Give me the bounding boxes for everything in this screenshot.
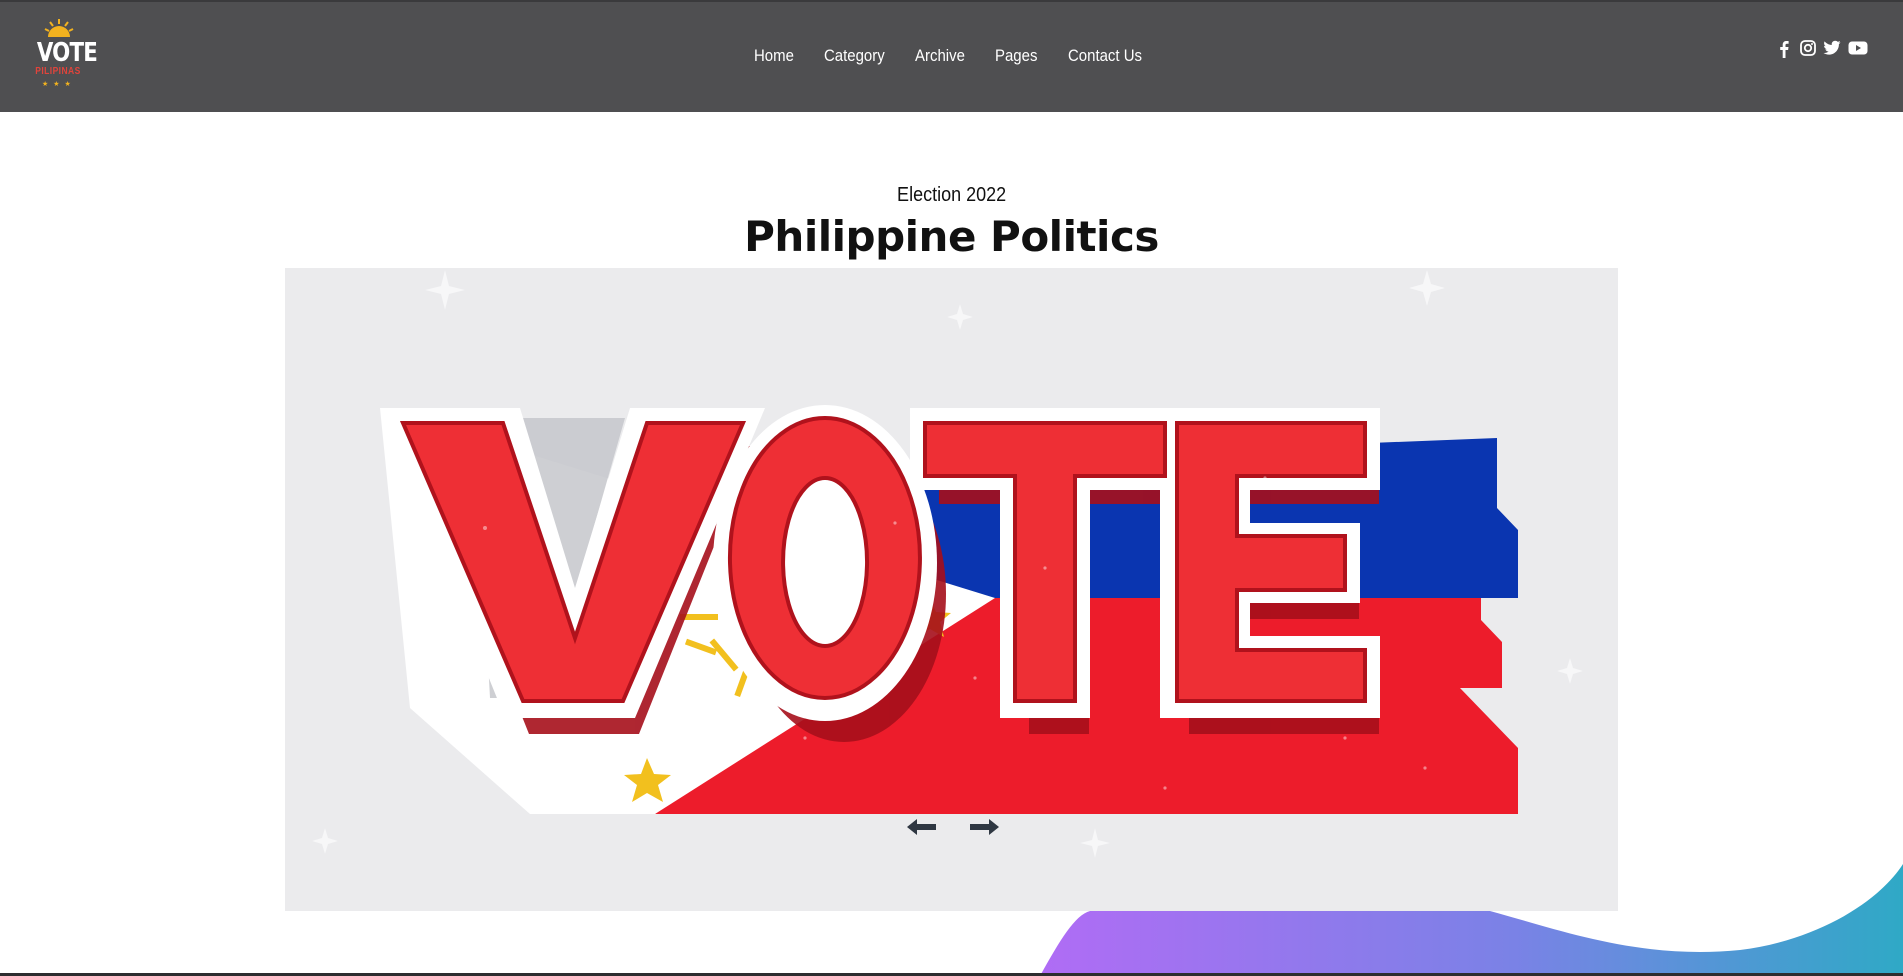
nav-item-archive[interactable]: Archive: [915, 46, 972, 66]
vote-pilipinas-logo[interactable]: VOTE PILIPINAS ★★★: [26, 16, 98, 92]
nav-link-category[interactable]: Category: [824, 46, 885, 66]
slide-image: [312, 270, 1583, 858]
nav-item-category[interactable]: Category: [824, 46, 893, 66]
page-title: Philippine Politics: [744, 212, 1159, 261]
youtube-icon[interactable]: [1848, 40, 1868, 56]
nav-link-archive[interactable]: Archive: [915, 46, 965, 66]
slider-prev-arrow-icon[interactable]: [905, 816, 939, 838]
twitter-icon[interactable]: [1823, 40, 1841, 56]
hero-slider: [285, 268, 1618, 911]
hero-kicker-text: Election 2022: [896, 184, 1007, 206]
nav-item-pages[interactable]: Pages: [995, 46, 1043, 66]
vote-lettering: [380, 405, 1380, 742]
logo-stars-icon: ★★★: [42, 81, 76, 88]
nav-item-contact-us[interactable]: Contact Us: [1068, 46, 1152, 66]
instagram-icon[interactable]: [1800, 40, 1816, 56]
slider-next-arrow-icon[interactable]: [967, 816, 1001, 838]
nav-link-home[interactable]: Home: [754, 46, 794, 66]
nav-link-pages[interactable]: Pages: [995, 46, 1037, 66]
hero-kicker: Election 2022: [0, 184, 1903, 207]
logo-word: VOTE: [36, 38, 98, 68]
nav-link-contact-us[interactable]: Contact Us: [1068, 46, 1142, 66]
top-navigation-bar: VOTE PILIPINAS ★★★ Home Category Archive…: [0, 0, 1903, 112]
nav-item-home[interactable]: Home: [754, 46, 799, 66]
facebook-icon[interactable]: [1779, 40, 1789, 58]
sun-icon: [44, 19, 74, 37]
logo-subtitle: PILIPINAS: [35, 66, 81, 77]
